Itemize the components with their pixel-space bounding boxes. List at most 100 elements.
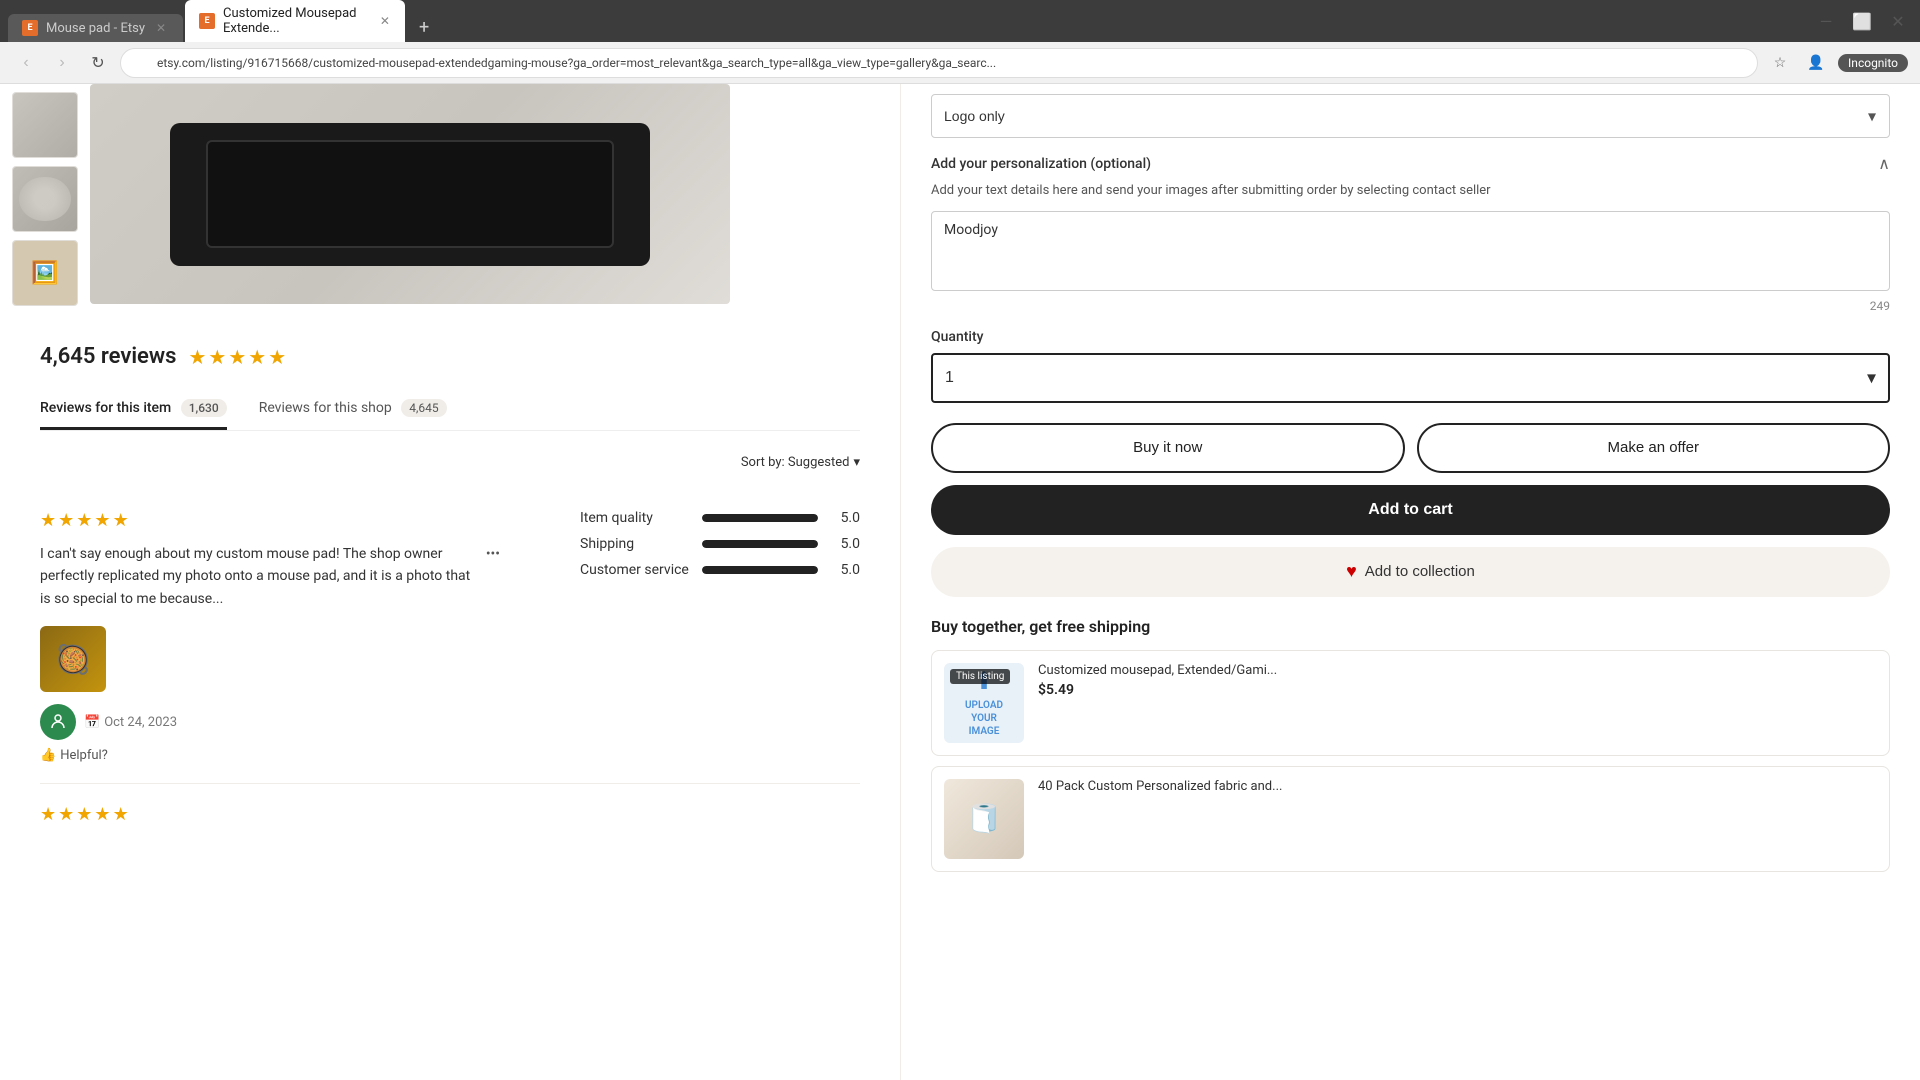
quantity-label: Quantity — [931, 329, 1890, 345]
star-5: ★ — [268, 345, 286, 369]
read-more-button[interactable]: ••• — [486, 543, 500, 565]
main-product-image — [90, 84, 900, 324]
reviewer-avatar-1 — [40, 704, 76, 740]
url-text: etsy.com/listing/916715668/customized-mo… — [157, 56, 996, 70]
tab-inactive[interactable]: E Mouse pad - Etsy ✕ — [8, 14, 183, 42]
review-1-text: I can't say enough about my custom mouse… — [40, 543, 500, 610]
rating-stars: ★ ★ ★ ★ ★ — [188, 345, 286, 369]
personalization-toggle-button[interactable]: ∧ — [1878, 154, 1890, 173]
thumbnail-3[interactable]: 🖼️ — [12, 240, 78, 306]
product-image-area: 🖼️ — [0, 84, 900, 324]
product-thumb-2: 🧻 — [944, 779, 1024, 859]
product-name-2: 40 Pack Custom Personalized fabric and..… — [1038, 779, 1877, 794]
avatar-icon — [47, 711, 69, 733]
forward-button[interactable]: › — [48, 49, 76, 77]
personalization-section: Add your personalization (optional) ∧ Ad… — [931, 154, 1890, 313]
product-price-1: $5.49 — [1038, 682, 1877, 698]
minimize-button[interactable]: — — [1812, 7, 1840, 35]
metric-bar-service — [702, 566, 818, 574]
restore-button[interactable]: ⬜ — [1848, 7, 1876, 35]
product-name-1: Customized mousepad, Extended/Gami... — [1038, 663, 1877, 678]
quantity-select[interactable]: 1 2 3 4 5 — [931, 353, 1890, 403]
tab-close-1[interactable]: ✕ — [153, 20, 169, 36]
make-offer-button[interactable]: Make an offer — [1417, 423, 1891, 473]
browser-chrome: E Mouse pad - Etsy ✕ E Customized Mousep… — [0, 0, 1920, 42]
buy-together-section: Buy together, get free shipping This lis… — [931, 617, 1890, 872]
upload-label: UPLOADYOURIMAGE — [965, 699, 1003, 738]
product-thumb-1: This listing ⬆ UPLOADYOURIMAGE — [944, 663, 1024, 743]
sort-chevron-icon: ▾ — [853, 455, 860, 470]
quantity-wrapper: 1 2 3 4 5 — [931, 353, 1890, 403]
etsy-favicon-1: E — [22, 20, 38, 36]
metric-value-shipping: 5.0 — [830, 536, 860, 552]
thumbnail-list: 🖼️ — [0, 84, 90, 324]
r1-star-1: ★ — [40, 510, 56, 531]
review-item-2: ★ ★ ★ ★ ★ — [40, 784, 860, 857]
tab-reviews-item[interactable]: Reviews for this item 1,630 — [40, 389, 227, 430]
metric-bar-fill-service — [702, 566, 818, 574]
profile-button[interactable]: 👤 — [1802, 49, 1830, 77]
metric-bar-quality — [702, 514, 818, 522]
r1-star-2: ★ — [58, 510, 74, 531]
review-1-meta: 📅 Oct 24, 2023 — [40, 704, 500, 740]
sort-dropdown[interactable]: Sort by: Suggested ▾ — [741, 455, 860, 470]
main-image-box — [90, 84, 730, 304]
review-1-image: 🥘 — [40, 626, 106, 692]
review-1-metrics: Item quality 5.0 Shipping 5.0 — [580, 510, 860, 763]
star-2: ★ — [208, 345, 226, 369]
close-window-button[interactable]: ✕ — [1884, 7, 1912, 35]
r1-star-5: ★ — [113, 510, 129, 531]
this-listing-badge: This listing — [950, 669, 1010, 684]
tab-title-2: Customized Mousepad Extende... — [223, 6, 371, 36]
bookmark-button[interactable]: ☆ — [1766, 49, 1794, 77]
tab-reviews-shop[interactable]: Reviews for this shop 4,645 — [259, 389, 447, 430]
reviews-count-header: 4,645 reviews ★ ★ ★ ★ ★ — [40, 344, 860, 369]
shop-review-count: 4,645 — [401, 399, 446, 417]
helpful-button[interactable]: 👍 Helpful? — [40, 748, 500, 763]
new-tab-button[interactable]: + — [411, 13, 437, 42]
back-button[interactable]: ‹ — [12, 49, 40, 77]
thumbnail-1[interactable] — [12, 92, 78, 158]
tab-bar: E Mouse pad - Etsy ✕ E Customized Mousep… — [8, 0, 1796, 42]
metric-label-quality: Item quality — [580, 510, 690, 526]
tab-active[interactable]: E Customized Mousepad Extende... ✕ — [185, 0, 405, 42]
reviews-section: 4,645 reviews ★ ★ ★ ★ ★ Reviews for this… — [0, 324, 900, 877]
metric-value-service: 5.0 — [830, 562, 860, 578]
buy-together-title: Buy together, get free shipping — [931, 617, 1890, 636]
primary-action-buttons: Buy it now Make an offer — [931, 423, 1890, 473]
add-to-collection-button[interactable]: ♥ Add to collection — [931, 547, 1890, 597]
tab-title-1: Mouse pad - Etsy — [46, 21, 145, 36]
type-dropdown-wrapper: Logo only Logo + Text Text only — [931, 94, 1890, 138]
buy-now-button[interactable]: Buy it now — [931, 423, 1405, 473]
thumbnail-2[interactable] — [12, 166, 78, 232]
product-card-1[interactable]: This listing ⬆ UPLOADYOURIMAGE Customize… — [931, 650, 1890, 756]
metric-label-shipping: Shipping — [580, 536, 690, 552]
page-content: 🖼️ 4,645 reviews ★ ★ — [0, 84, 1920, 1080]
type-dropdown-group: Logo only Logo + Text Text only — [931, 94, 1890, 138]
add-to-cart-button[interactable]: Add to cart — [931, 485, 1890, 535]
metric-bar-shipping — [702, 540, 818, 548]
refresh-button[interactable]: ↻ — [84, 49, 112, 77]
quantity-section: Quantity 1 2 3 4 5 — [931, 329, 1890, 403]
type-dropdown[interactable]: Logo only Logo + Text Text only — [931, 94, 1890, 138]
sort-bar: Sort by: Suggested ▾ — [40, 455, 860, 470]
add-to-collection-label: Add to collection — [1365, 563, 1475, 580]
metric-label-service: Customer service — [580, 562, 690, 578]
r2-star-5: ★ — [113, 804, 129, 825]
star-4: ★ — [248, 345, 266, 369]
heart-icon: ♥ — [1346, 561, 1357, 582]
tab-close-2[interactable]: ✕ — [379, 13, 391, 29]
etsy-favicon-2: E — [199, 13, 215, 29]
personalization-textarea[interactable] — [931, 211, 1890, 291]
product-card-2[interactable]: 🧻 40 Pack Custom Personalized fabric and… — [931, 766, 1890, 872]
product-info-1: Customized mousepad, Extended/Gami... $5… — [1038, 663, 1877, 743]
metric-customer-service: Customer service 5.0 — [580, 562, 860, 578]
review-item-1: ★ ★ ★ ★ ★ I can't say enough about my cu… — [40, 490, 860, 784]
metric-shipping: Shipping 5.0 — [580, 536, 860, 552]
product-info-2: 40 Pack Custom Personalized fabric and..… — [1038, 779, 1877, 859]
r1-star-3: ★ — [76, 510, 92, 531]
address-bar[interactable]: etsy.com/listing/916715668/customized-mo… — [120, 48, 1758, 78]
metric-bar-fill-quality — [702, 514, 818, 522]
metric-bar-fill-shipping — [702, 540, 818, 548]
r1-star-4: ★ — [94, 510, 110, 531]
